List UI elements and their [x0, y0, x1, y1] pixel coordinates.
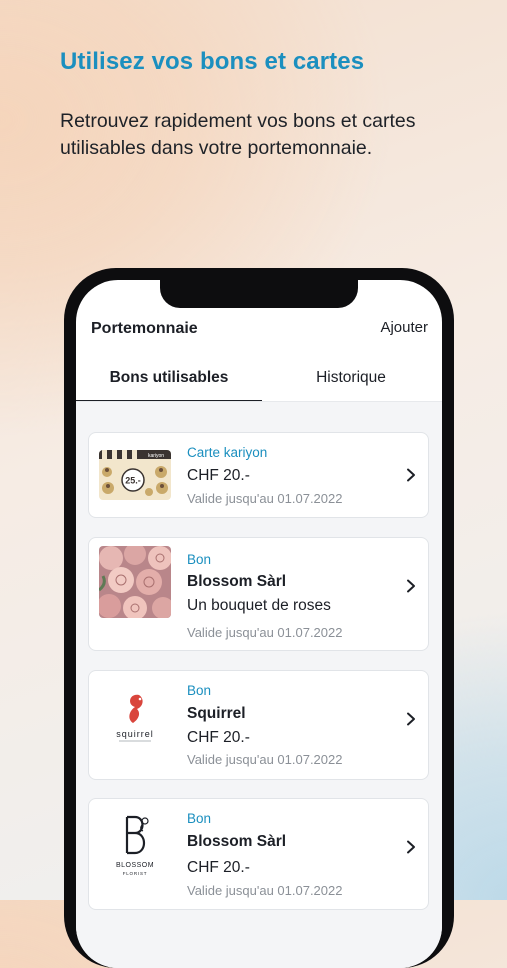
voucher-amount: CHF 20.-: [187, 467, 250, 484]
voucher-merchant: Blossom Sàrl: [187, 833, 287, 850]
blossom-logo-text: BLOSSOM: [116, 862, 154, 869]
page-headline: Utilisez vos bons et cartes: [60, 48, 365, 75]
kariyon-badge-text: 25.-: [125, 476, 141, 486]
voucher-type: Bon: [187, 811, 212, 826]
app-title: Portemonnaie: [91, 320, 198, 337]
voucher-amount: CHF 20.-: [187, 729, 250, 746]
chevron-right-icon: [407, 579, 415, 593]
voucher-validity: Valide jusqu'au 01.07.2022: [187, 883, 343, 898]
kariyon-logo-text: kariyon: [148, 453, 164, 459]
blossom-logo-subtext: FLORIST: [123, 871, 148, 876]
kariyon-gift-card-illustration: kariyon 25.-: [99, 450, 171, 500]
chevron-right-icon: [407, 468, 415, 482]
add-button[interactable]: Ajouter: [380, 319, 428, 336]
squirrel-logo-text: squirrel: [116, 729, 154, 739]
blossom-florist-logo: BLOSSOM FLORIST: [99, 811, 171, 883]
phone-mockup: Portemonnaie Ajouter Bons utilisables Hi…: [64, 268, 454, 968]
voucher-type: Carte kariyon: [187, 445, 268, 460]
voucher-merchant: Blossom Sàrl: [187, 573, 287, 590]
chevron-right-icon: [407, 840, 415, 854]
roses-photo-illustration: [99, 546, 171, 618]
tab-historique[interactable]: Historique: [262, 368, 440, 402]
voucher-card-kariyon[interactable]: kariyon 25.- Carte kariyon CHF 20.- Vali…: [88, 432, 429, 518]
voucher-list: kariyon 25.- Carte kariyon CHF 20.- Vali…: [76, 402, 442, 968]
voucher-amount: CHF 20.-: [187, 859, 250, 876]
voucher-validity: Valide jusqu'au 01.07.2022: [187, 752, 343, 767]
kariyon-card-image: kariyon 25.-: [99, 450, 171, 500]
voucher-description: Un bouquet de roses: [187, 597, 331, 614]
chevron-right-icon: [407, 712, 415, 726]
tab-bar: Bons utilisables Historique: [76, 368, 442, 402]
squirrel-logo-icon: squirrel: [99, 685, 171, 757]
tab-bons-utilisables[interactable]: Bons utilisables: [76, 368, 262, 402]
blossom-florist-logo-icon: BLOSSOM FLORIST: [99, 811, 171, 883]
page-subtitle: Retrouvez rapidement vos bons et cartes …: [60, 110, 416, 159]
voucher-validity: Valide jusqu'au 01.07.2022: [187, 625, 343, 640]
voucher-card-blossom-florist[interactable]: BLOSSOM FLORIST Bon Blossom Sàrl CHF 20.…: [88, 798, 429, 910]
voucher-type: Bon: [187, 683, 212, 698]
voucher-validity: Valide jusqu'au 01.07.2022: [187, 491, 343, 506]
roses-image: [99, 546, 171, 618]
voucher-card-squirrel[interactable]: squirrel Bon Squirrel CHF 20.- Valide ju…: [88, 670, 429, 780]
squirrel-logo: squirrel: [99, 685, 171, 757]
phone-notch: [160, 280, 358, 308]
voucher-type: Bon: [187, 552, 212, 567]
voucher-card-blossom-bouquet[interactable]: Bon Blossom Sàrl Un bouquet de roses Val…: [88, 537, 429, 651]
voucher-merchant: Squirrel: [187, 705, 246, 722]
phone-screen: Portemonnaie Ajouter Bons utilisables Hi…: [76, 280, 442, 968]
